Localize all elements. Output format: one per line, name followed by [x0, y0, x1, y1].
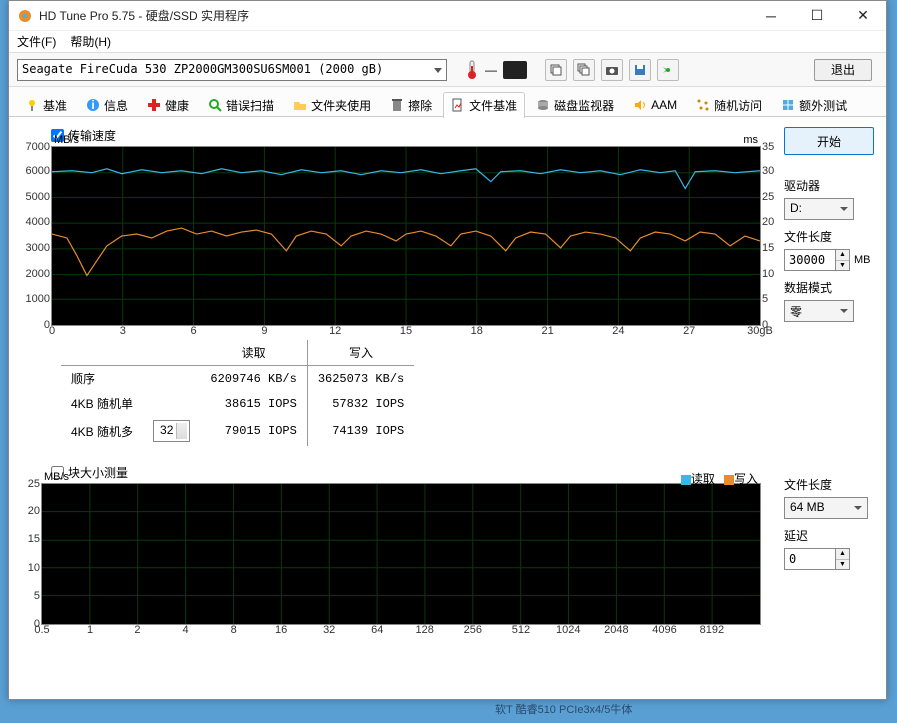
copy-button[interactable]: [545, 59, 567, 81]
tab-health[interactable]: 健康: [139, 92, 197, 118]
temp-dash: —: [485, 63, 497, 77]
results-table: 读取写入 顺序6209746 KB/s3625073 KB/s 4KB 随机单3…: [61, 340, 768, 446]
exit-button[interactable]: 退出: [814, 59, 872, 81]
chart2-legend: 读取 写入: [675, 470, 758, 487]
menu-file[interactable]: 文件(F): [17, 33, 56, 50]
window-title: HD Tune Pro 5.75 - 硬盘/SSD 实用程序: [39, 7, 748, 24]
tab-errorscan[interactable]: 错误扫描: [200, 92, 282, 118]
start-button[interactable]: 开始: [784, 127, 874, 155]
filelength1-label: 文件长度: [784, 228, 874, 245]
filelength1-input[interactable]: ▲▼: [784, 249, 850, 271]
chart1-unit-left: MB/s: [54, 134, 79, 146]
tab-info[interactable]: i信息: [78, 92, 136, 118]
delay-label: 延迟: [784, 527, 874, 544]
side-panel: 开始 驱动器 D: 文件长度 ▲▼ MB 数据模式 零 文件长度 64 MB 延…: [784, 127, 874, 627]
table-row: 4KB 随机多32▲▼79015 IOPS74139 IOPS: [61, 416, 414, 446]
content-pane: 传输速度 MB/s ms 0 1000 2000: [9, 117, 886, 699]
drive-combobox[interactable]: Seagate FireCuda 530 ZP2000GM300SU6SM001…: [17, 59, 447, 81]
toolbar: Seagate FireCuda 530 ZP2000GM300SU6SM001…: [9, 53, 886, 87]
datamode-dropdown[interactable]: 零: [784, 300, 854, 322]
menubar: 文件(F) 帮助(H): [9, 31, 886, 53]
datamode-label: 数据模式: [784, 279, 874, 296]
copy-all-button[interactable]: [573, 59, 595, 81]
taskbar-hint: 软T 酷睿510 PCIe3x4/5牛体: [495, 701, 632, 717]
table-row: 顺序6209746 KB/s3625073 KB/s: [61, 366, 414, 392]
delay-input[interactable]: ▲▼: [784, 548, 874, 570]
settings-button[interactable]: [657, 59, 679, 81]
screenshot-button[interactable]: [601, 59, 623, 81]
chart1-unit-right: ms: [743, 134, 758, 146]
table-row: 4KB 随机单38615 IOPS57832 IOPS: [61, 391, 414, 416]
tab-randomaccess[interactable]: 随机访问: [688, 92, 770, 118]
tab-filebenchmark[interactable]: 文件基准: [443, 92, 525, 118]
queue-depth-spinner[interactable]: 32▲▼: [153, 420, 190, 442]
maximize-button[interactable]: ☐: [794, 1, 840, 31]
tab-diskmonitor[interactable]: 磁盘监视器: [528, 92, 622, 118]
svg-text:i: i: [91, 98, 94, 112]
blocksize-chart: MB/s 读取 写入 0 5 10 15 20: [41, 483, 761, 625]
save-button[interactable]: [629, 59, 651, 81]
filelength2-label: 文件长度: [784, 476, 874, 493]
transfer-speed-chart: MB/s ms 0 1000 2000 3000 4000: [51, 146, 761, 326]
tab-erase[interactable]: 擦除: [382, 92, 440, 118]
tab-folderusage[interactable]: 文件夹使用: [285, 92, 379, 118]
filelength2-dropdown[interactable]: 64 MB: [784, 497, 868, 519]
minimize-button[interactable]: ─: [748, 1, 794, 31]
blocksize-checkbox[interactable]: 块大小测量: [51, 464, 768, 481]
chart2-unit-left: MB/s: [44, 471, 69, 483]
tab-benchmark[interactable]: 基准: [17, 92, 75, 118]
tab-aam[interactable]: AAM: [625, 93, 685, 116]
close-button[interactable]: ✕: [840, 1, 886, 31]
drive-label: 驱动器: [784, 177, 874, 194]
menu-help[interactable]: 帮助(H): [70, 33, 111, 50]
titlebar[interactable]: HD Tune Pro 5.75 - 硬盘/SSD 实用程序 ─ ☐ ✕: [9, 1, 886, 31]
app-window: HD Tune Pro 5.75 - 硬盘/SSD 实用程序 ─ ☐ ✕ 文件(…: [8, 0, 887, 700]
tabbar: 基准 i信息 健康 错误扫描 文件夹使用 擦除 文件基准 磁盘监视器 AAM 随…: [9, 87, 886, 117]
thermometer-icon: [465, 60, 479, 80]
temp-bar: [503, 61, 527, 79]
tab-extratests[interactable]: 额外测试: [773, 92, 855, 118]
app-icon: [17, 8, 33, 24]
transfer-speed-checkbox[interactable]: 传输速度: [51, 127, 768, 144]
drive-letter-dropdown[interactable]: D:: [784, 198, 854, 220]
